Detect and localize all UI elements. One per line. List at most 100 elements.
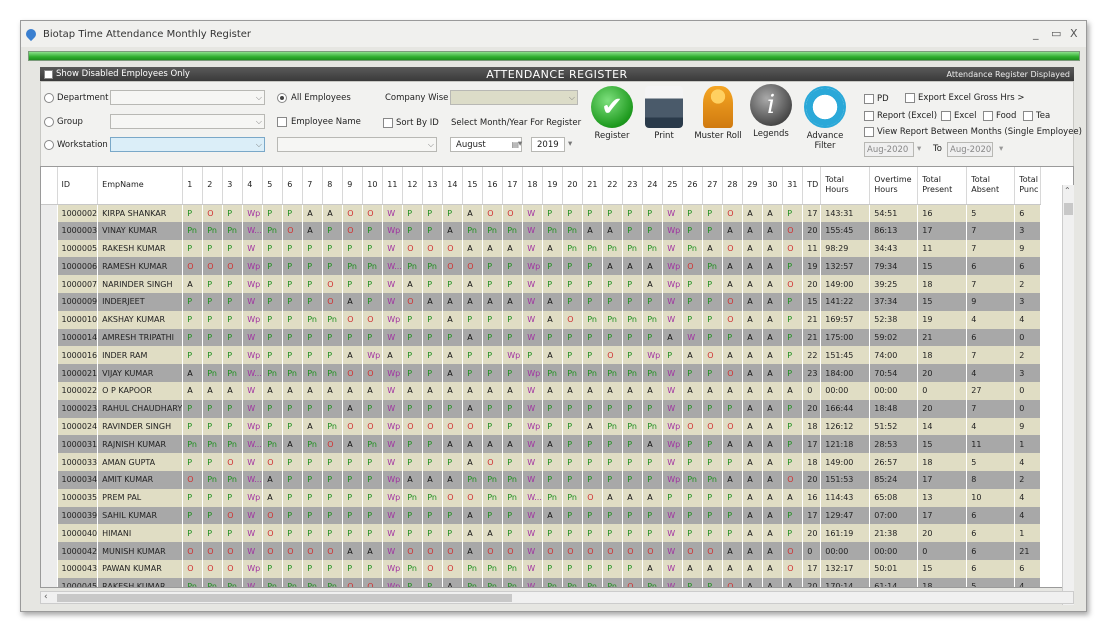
all-employees-radio[interactable]	[277, 93, 287, 103]
row-selector[interactable]	[41, 364, 58, 382]
from-spin-icon[interactable]: ▾	[917, 144, 921, 154]
column-header[interactable]: 14	[442, 167, 464, 205]
row-selector[interactable]	[41, 577, 58, 587]
column-header[interactable]: 21	[582, 167, 604, 205]
table-row[interactable]: 1000033 AMAN GUPTA P P O W O P P P P P W P P P A O P W P P P P P…	[41, 453, 1042, 471]
table-row[interactable]: 1000043 PAWAN KUMAR O O O Wp P P P P P P Wp Pn O O Pn Pn P…	[41, 559, 1042, 578]
column-header[interactable]: 12	[402, 167, 424, 205]
table-row[interactable]: 1000016 INDER RAM P P P Wp P P P P A Wp A P P A P P Wp P A P P…	[41, 346, 1042, 365]
view-between-checkbox[interactable]	[864, 127, 874, 137]
column-header[interactable]: 23	[622, 167, 644, 205]
horizontal-scroll-thumb[interactable]	[57, 594, 512, 602]
year-input[interactable]: 2019	[531, 137, 565, 152]
row-selector[interactable]	[41, 346, 58, 365]
table-row[interactable]: 1000045 RAKESH KUMAR Pn Pn Pn W... Pn Pn Pn Pn O O W…	[41, 577, 1042, 587]
workstation-dropdown[interactable]: ⌵	[110, 137, 265, 152]
column-header[interactable]: Total Hours	[820, 167, 871, 205]
sort-by-id-checkbox[interactable]	[383, 118, 393, 128]
row-selector[interactable]	[41, 275, 58, 293]
to-month-input[interactable]: Aug-2020	[947, 142, 993, 157]
row-selector[interactable]	[41, 559, 58, 578]
department-dropdown[interactable]: ⌵	[110, 90, 265, 105]
table-row[interactable]: 1000031 RAJNISH KUMAR Pn Pn Pn W... Pn A Pn O A Pn W…	[41, 435, 1042, 454]
column-header[interactable]: 30	[762, 167, 784, 205]
row-selector[interactable]	[41, 435, 58, 454]
scroll-left-icon[interactable]: ‹	[44, 592, 48, 602]
column-header[interactable]: 2	[202, 167, 224, 205]
group-dropdown[interactable]: ⌵	[110, 114, 265, 129]
column-header[interactable]: 17	[502, 167, 524, 205]
column-header[interactable]: 13	[422, 167, 444, 205]
table-row[interactable]: 1000005 RAKESH KUMAR P P P W P P P P P P W O O O A A A W A Pn…	[41, 239, 1042, 258]
workstation-radio[interactable]	[44, 140, 54, 150]
month-select[interactable]: August ▤	[450, 137, 522, 152]
column-header[interactable]: 8	[322, 167, 344, 205]
show-disabled-checkbox[interactable]	[44, 69, 53, 79]
row-selector[interactable]	[41, 506, 58, 525]
employee-name-checkbox[interactable]	[277, 117, 287, 127]
table-row[interactable]: 1000021 VIJAY KUMAR A Pn Pn W... Pn Pn Pn Pn O O Wp P…	[41, 364, 1042, 382]
table-row[interactable]: 1000007 NARINDER SINGH A P P Wp P P P O P P W A P P A P P W…	[41, 275, 1042, 293]
maximize-button[interactable]: ▭	[1051, 27, 1061, 40]
column-header[interactable]: 31	[782, 167, 804, 205]
row-selector[interactable]	[41, 239, 58, 258]
table-row[interactable]: 1000035 PREM PAL P P P Wp A P P P P P Wp Pn Pn O O Pn Pn W.…	[41, 488, 1042, 507]
food-checkbox[interactable]	[983, 111, 993, 121]
legends-button[interactable]: i Legends	[746, 84, 796, 139]
column-header[interactable]: Overtime Hours	[869, 167, 919, 205]
column-header[interactable]: 29	[742, 167, 764, 205]
column-header[interactable]: 15	[462, 167, 484, 205]
muster-roll-button[interactable]: Muster Roll	[691, 86, 745, 141]
scroll-up-icon[interactable]: ⌃	[1064, 186, 1071, 195]
column-header[interactable]: 26	[682, 167, 704, 205]
year-spin-icon[interactable]: ▾	[568, 139, 572, 149]
row-selector[interactable]	[41, 470, 58, 489]
column-header[interactable]: 4	[242, 167, 264, 205]
column-header[interactable]: 16	[482, 167, 504, 205]
table-row[interactable]: 1000010 AKSHAY KUMAR P P P Wp P P Pn Pn O O Wp P P A P P P…	[41, 310, 1042, 329]
row-selector[interactable]	[41, 524, 58, 543]
row-selector[interactable]	[41, 542, 58, 560]
vertical-scrollbar[interactable]: ⌃ ⌄	[1062, 185, 1074, 605]
column-header[interactable]: 24	[642, 167, 664, 205]
column-header[interactable]: 18	[522, 167, 544, 205]
from-month-input[interactable]: Aug-2020	[864, 142, 914, 157]
row-selector[interactable]	[41, 488, 58, 507]
column-header[interactable]: 1	[182, 167, 204, 205]
column-header[interactable]: EmpName	[97, 167, 184, 205]
to-spin-icon[interactable]: ▾	[999, 144, 1003, 154]
register-button[interactable]: ✔ Register	[586, 86, 638, 141]
column-header[interactable]: ID	[57, 167, 99, 205]
month-spin-icon[interactable]: ▾	[518, 139, 522, 149]
column-header[interactable]: 20	[562, 167, 584, 205]
department-radio[interactable]	[44, 93, 54, 103]
tea-checkbox[interactable]	[1023, 111, 1033, 121]
table-row[interactable]: 1000042 MUNISH KUMAR O O O W O O O O A A W O O O A O O W O O O…	[41, 542, 1042, 560]
column-header[interactable]: Total Absent	[966, 167, 1016, 205]
table-row[interactable]: 1000024 RAVINDER SINGH P P P Wp P P A Pn O O Wp O O O O P…	[41, 417, 1042, 436]
table-row[interactable]: 1000039 SAHIL KUMAR P P O W O P P P P P W P P P A P P W A P P P…	[41, 506, 1042, 525]
column-header[interactable]: Total Present	[917, 167, 968, 205]
column-header[interactable]: 22	[602, 167, 624, 205]
row-selector[interactable]	[41, 381, 58, 400]
vertical-scroll-thumb[interactable]	[1064, 203, 1073, 215]
column-header[interactable]: TD	[802, 167, 822, 205]
table-row[interactable]: 1000034 AMIT KUMAR O Pn Pn W... A P P P P P Wp A A A Pn P…	[41, 470, 1042, 489]
table-row[interactable]: 1000014 AMRESH TRIPATHI P P P W P P P P P P W P P P A P P W…	[41, 328, 1042, 347]
export-excel-gross-checkbox[interactable]	[905, 93, 915, 103]
column-header[interactable]: 9	[342, 167, 364, 205]
employee-name-dropdown[interactable]: ⌵	[277, 137, 437, 152]
column-header[interactable]: 3	[222, 167, 244, 205]
print-button[interactable]: Print	[639, 86, 689, 141]
table-row[interactable]: 1000003 VINAY KUMAR Pn Pn Pn W... Pn O A P O P Wp P P A…	[41, 221, 1042, 240]
row-selector[interactable]	[41, 221, 58, 240]
table-row[interactable]: 1000022 O P KAPOOR A A A W A A A A A A W A A A A A A W A A A A A…	[41, 381, 1042, 400]
table-row[interactable]: 1000006 RAMESH KUMAR O O O Wp P P P P Pn Pn W... Pn Pn…	[41, 257, 1042, 276]
advance-filter-button[interactable]: Advance Filter	[796, 86, 854, 151]
close-button[interactable]: X	[1070, 27, 1078, 40]
column-header[interactable]: 7	[302, 167, 324, 205]
column-header[interactable]: Total Punc	[1014, 167, 1042, 205]
table-row[interactable]: 1000040 HIMANI P P P W O P P P P P W P P P A A P W P P P P P P W P P…	[41, 524, 1042, 543]
row-selector[interactable]	[41, 257, 58, 276]
row-selector[interactable]	[41, 417, 58, 436]
